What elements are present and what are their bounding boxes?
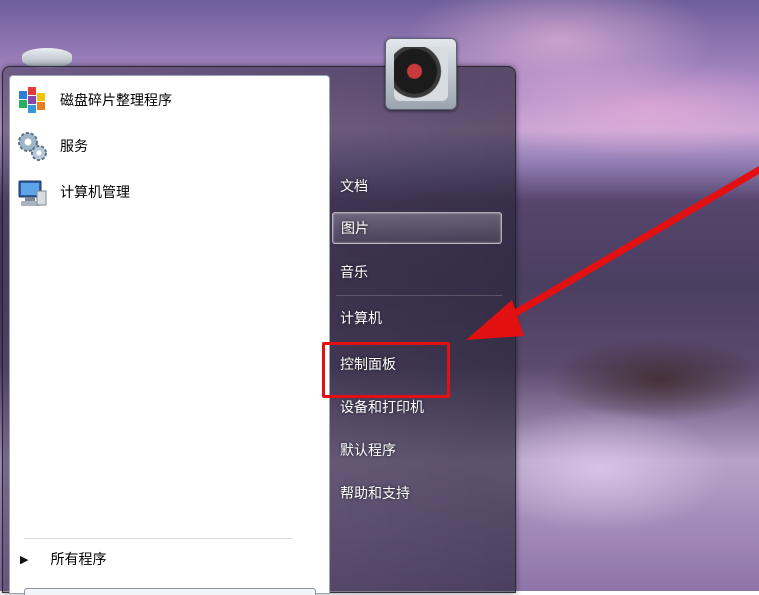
red-arrow-annotation <box>466 166 759 340</box>
